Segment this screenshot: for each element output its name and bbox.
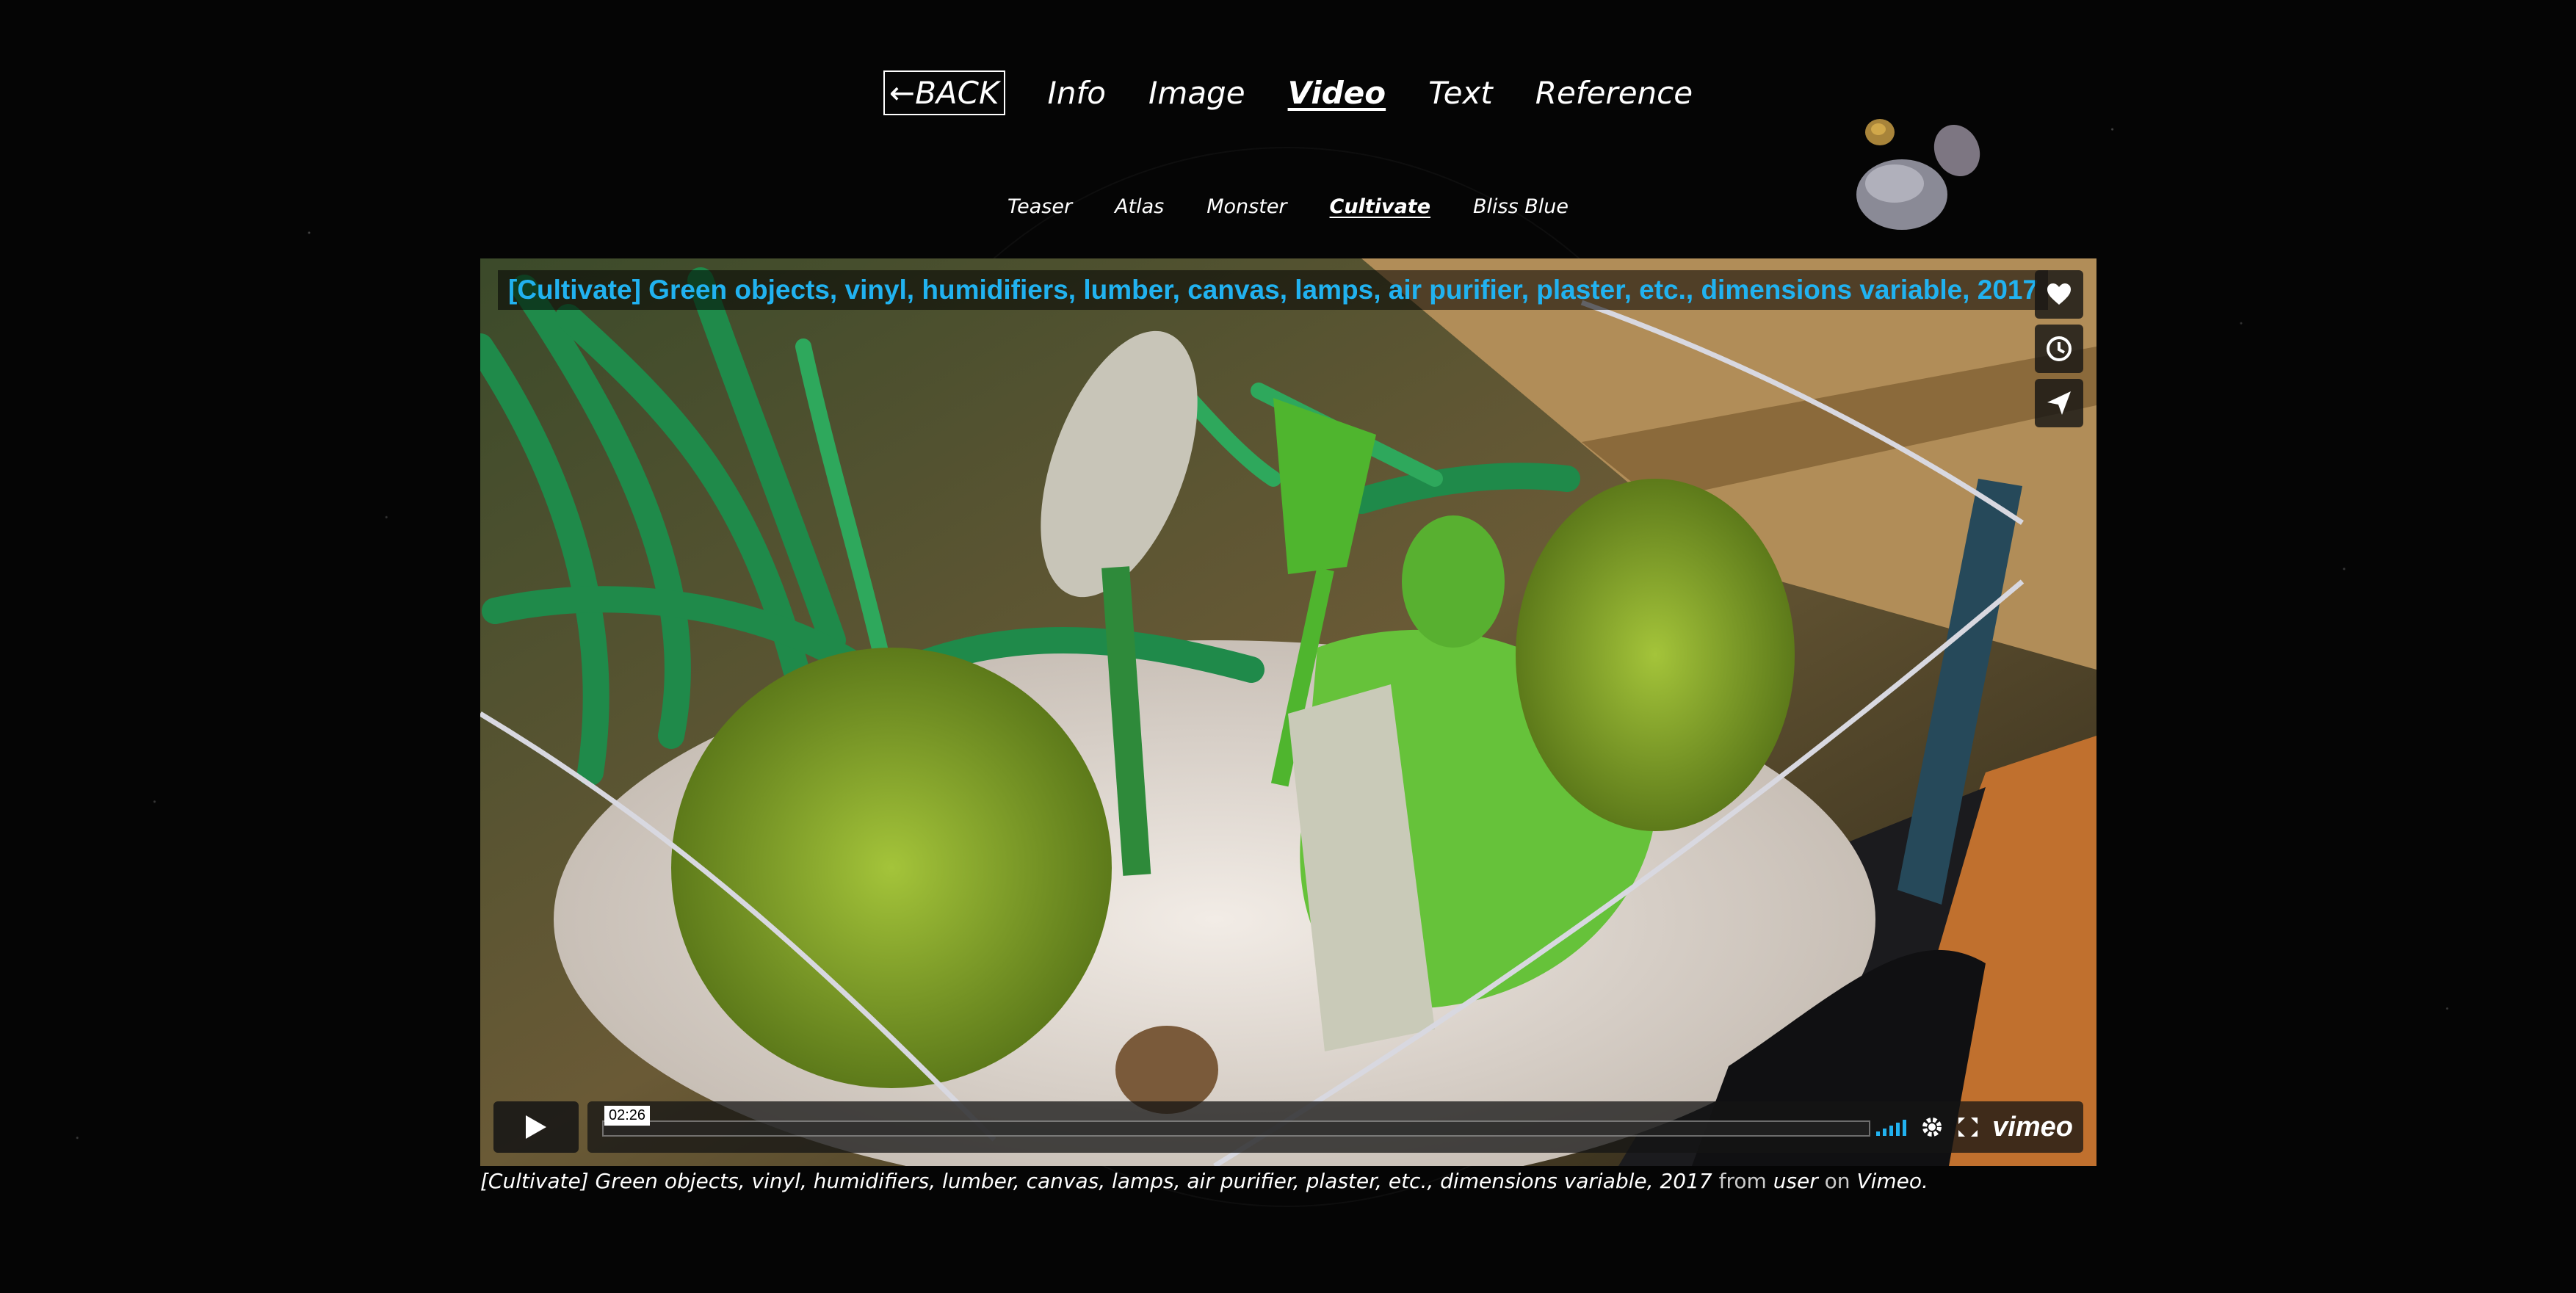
player-side-buttons	[2035, 270, 2083, 427]
play-icon	[526, 1115, 546, 1139]
control-bar: 02:26 vimeo	[587, 1101, 2083, 1153]
nav-image[interactable]: Image	[1148, 75, 1245, 111]
subnav-cultivate[interactable]: Cultivate	[1330, 195, 1431, 218]
video-caption: [Cultivate] Green objects, vinyl, humidi…	[480, 1169, 1928, 1193]
nav-info[interactable]: Info	[1048, 75, 1107, 111]
vimeo-logo[interactable]: vimeo	[1992, 1112, 2073, 1143]
caption-title-link[interactable]: [Cultivate] Green objects, vinyl, humidi…	[480, 1169, 1712, 1193]
fullscreen-icon[interactable]	[1957, 1116, 1979, 1138]
main-nav: ←BACK Info Image Video Text Reference	[0, 70, 2576, 115]
progress-bar[interactable]: 02:26	[602, 1106, 1870, 1137]
heart-icon	[2047, 283, 2071, 305]
player-controls: 02:26 vimeo	[493, 1101, 2083, 1153]
subnav-atlas[interactable]: Atlas	[1115, 195, 1164, 218]
watch-later-button[interactable]	[2035, 325, 2083, 373]
nav-video[interactable]: Video	[1288, 75, 1386, 111]
caption-period: .	[1922, 1169, 1928, 1193]
caption-on: on	[1824, 1169, 1850, 1193]
nav-text[interactable]: Text	[1428, 75, 1493, 111]
send-icon	[2047, 391, 2071, 415]
subnav-teaser[interactable]: Teaser	[1007, 195, 1072, 218]
back-link[interactable]: ←BACK	[883, 70, 1005, 115]
video-frame	[480, 258, 2096, 1166]
video-subnav: Teaser Atlas Monster Cultivate Bliss Blu…	[0, 195, 2576, 218]
volume-icon[interactable]	[1876, 1118, 1907, 1136]
caption-from: from	[1718, 1169, 1767, 1193]
caption-user-link[interactable]: user	[1773, 1169, 1818, 1193]
timecode: 02:26	[604, 1106, 651, 1126]
nav-reference[interactable]: Reference	[1535, 75, 1693, 111]
right-controls: vimeo	[1876, 1101, 2073, 1153]
subnav-monster[interactable]: Monster	[1206, 195, 1287, 218]
floating-rocks-decoration	[1856, 119, 1980, 230]
subnav-bliss-blue[interactable]: Bliss Blue	[1473, 195, 1569, 218]
share-button[interactable]	[2035, 379, 2083, 427]
like-button[interactable]	[2035, 270, 2083, 319]
vimeo-player[interactable]: [Cultivate] Green objects, vinyl, humidi…	[480, 258, 2096, 1166]
settings-gear-icon[interactable]	[1920, 1115, 1944, 1139]
caption-vimeo-link[interactable]: Vimeo	[1856, 1169, 1922, 1193]
play-button[interactable]	[493, 1101, 579, 1153]
video-title[interactable]: [Cultivate] Green objects, vinyl, humidi…	[498, 270, 2049, 310]
clock-icon	[2047, 336, 2072, 361]
